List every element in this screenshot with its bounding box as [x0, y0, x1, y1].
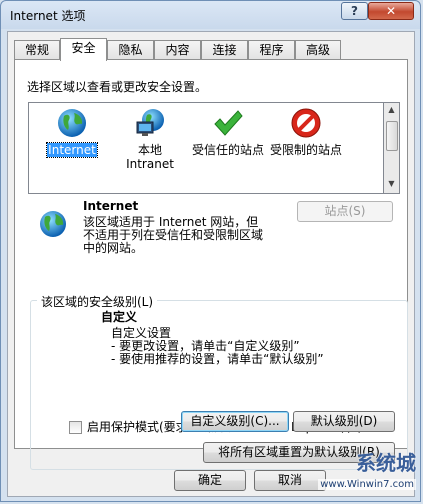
- sites-button[interactable]: 站点(S): [297, 201, 393, 222]
- selected-zone-globe-icon: [40, 211, 66, 237]
- scroll-up-icon[interactable]: ▲: [386, 105, 397, 114]
- security-tab-panel: 选择区域以查看或更改安全设置。 Internet 本地 Intranet 受信任…: [14, 59, 408, 470]
- intranet-icon: [136, 109, 164, 136]
- checkmark-icon: [214, 110, 243, 136]
- help-button[interactable]: ?: [341, 2, 368, 20]
- scroll-down-icon[interactable]: ▼: [386, 179, 397, 188]
- protected-mode-checkbox[interactable]: [69, 421, 82, 434]
- zone-internet[interactable]: Internet: [35, 103, 109, 193]
- close-button[interactable]: ✕: [368, 2, 414, 20]
- watermark-logo: 系统城 www.Winwin7.com: [304, 447, 416, 497]
- watermark-url: www.Winwin7.com: [318, 479, 416, 490]
- tab-connections[interactable]: 连接: [201, 40, 248, 60]
- ok-button[interactable]: 确定: [174, 470, 246, 491]
- zone-prompt: 选择区域以查看或更改安全设置。: [27, 80, 208, 94]
- tab-advanced[interactable]: 高级: [295, 40, 341, 60]
- tab-general[interactable]: 常规: [14, 40, 60, 60]
- custom-level-button[interactable]: 自定义级别(C)...: [181, 411, 289, 432]
- watermark-brand: 系统城: [356, 451, 416, 475]
- dialog-body: 常规 安全 隐私 内容 连接 程序 高级 选择区域以查看或更改安全设置。 Int…: [7, 31, 415, 497]
- scroll-thumb[interactable]: [386, 121, 398, 151]
- globe-icon: [58, 109, 86, 137]
- zone-list-scrollbar[interactable]: ▲ ▼: [384, 102, 400, 194]
- custom-level-title: 自定义: [101, 310, 138, 324]
- zone-label-internet: Internet: [46, 142, 98, 158]
- zone-trusted-sites[interactable]: 受信任的站点: [191, 103, 265, 193]
- selected-zone-description: 该区域适用于 Internet 网站，但不适用于列在受信任和受限制区域中的网站。: [83, 215, 264, 255]
- selected-zone-name: Internet: [83, 199, 139, 213]
- tab-programs[interactable]: 程序: [248, 40, 295, 60]
- tab-content[interactable]: 内容: [154, 40, 201, 60]
- custom-line-1: 自定义设置: [111, 326, 172, 340]
- zone-label-local-intranet: 本地 Intranet: [126, 143, 174, 171]
- zone-label-trusted-sites: 受信任的站点: [191, 143, 264, 157]
- tab-security[interactable]: 安全: [60, 38, 107, 61]
- zone-local-intranet[interactable]: 本地 Intranet: [113, 103, 187, 193]
- custom-line-3: - 要使用推荐的设置，请单击“默认级别”: [111, 352, 324, 366]
- zone-list[interactable]: Internet 本地 Intranet 受信任的站点 受限制的站点: [28, 102, 384, 194]
- internet-options-window: Internet 选项 ? ✕ 常规 安全 隐私 内容 连接 程序 高级 选择区…: [0, 0, 421, 502]
- zone-restricted-sites[interactable]: 受限制的站点: [269, 103, 343, 193]
- custom-line-2: - 要更改设置，请单击“自定义级别”: [111, 339, 300, 353]
- tab-privacy[interactable]: 隐私: [107, 40, 154, 60]
- security-level-title: 该区域的安全级别(L): [37, 293, 158, 310]
- default-level-button[interactable]: 默认级别(D): [293, 411, 395, 432]
- title-bar[interactable]: Internet 选项 ? ✕: [1, 1, 420, 29]
- zone-label-restricted-sites: 受限制的站点: [269, 143, 342, 157]
- no-entry-icon: [291, 108, 321, 138]
- window-title: Internet 选项: [10, 9, 86, 23]
